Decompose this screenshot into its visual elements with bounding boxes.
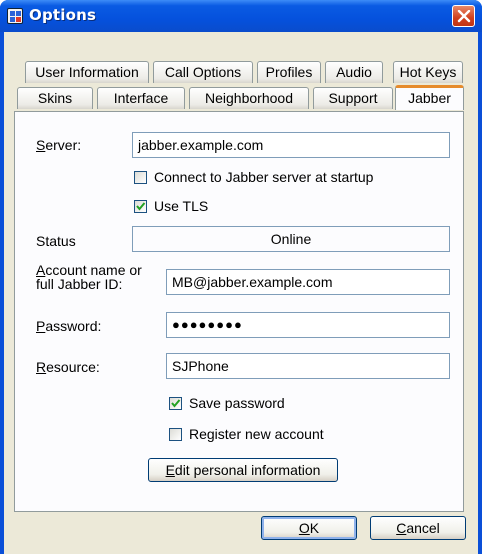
use-tls-label[interactable]: Use TLS — [154, 198, 208, 214]
password-input[interactable]: ●●●●●●●● — [166, 312, 450, 338]
cancel-button[interactable]: Cancel — [370, 516, 466, 540]
tab-user-information[interactable]: User Information — [25, 61, 149, 83]
checkmark-icon — [136, 202, 146, 211]
tab-support[interactable]: Support — [313, 87, 393, 109]
status-label: Status — [36, 233, 76, 249]
use-tls-checkbox[interactable] — [134, 200, 147, 213]
account-label: Account name or full Jabber ID: — [36, 262, 142, 292]
tab-audio[interactable]: Audio — [325, 61, 383, 83]
account-input[interactable]: MB@jabber.example.com — [166, 269, 450, 295]
password-label: Password: — [36, 318, 102, 334]
title-bar[interactable]: Options — [0, 0, 482, 32]
connect-startup-checkbox[interactable] — [134, 171, 147, 184]
ok-button[interactable]: OK — [261, 516, 357, 540]
close-button[interactable] — [452, 5, 475, 27]
tab-jabber[interactable]: Jabber — [395, 85, 464, 110]
connect-startup-label[interactable]: Connect to Jabber server at startup — [154, 169, 373, 185]
tab-interface[interactable]: Interface — [97, 87, 185, 109]
edit-personal-info-button[interactable]: Edit personal information — [148, 458, 338, 482]
tab-neighborhood[interactable]: Neighborhood — [189, 87, 309, 109]
save-password-checkbox[interactable] — [169, 397, 182, 410]
close-icon — [457, 10, 471, 23]
register-account-checkbox[interactable] — [169, 428, 182, 441]
checkmark-icon — [171, 399, 181, 408]
window-title: Options — [29, 6, 97, 24]
tab-call-options[interactable]: Call Options — [153, 61, 253, 83]
tab-profiles[interactable]: Profiles — [257, 61, 321, 83]
resource-input[interactable]: SJPhone — [166, 353, 450, 379]
app-icon — [7, 8, 23, 24]
tab-hot-keys[interactable]: Hot Keys — [393, 61, 463, 83]
server-label: Server: — [36, 137, 82, 153]
resource-label: Resource: — [36, 359, 100, 375]
status-value[interactable]: Online — [132, 226, 450, 252]
tab-skins[interactable]: Skins — [17, 87, 93, 109]
register-account-label[interactable]: Register new account — [189, 426, 324, 442]
save-password-label[interactable]: Save password — [189, 395, 285, 411]
server-input[interactable]: jabber.example.com — [132, 132, 450, 158]
